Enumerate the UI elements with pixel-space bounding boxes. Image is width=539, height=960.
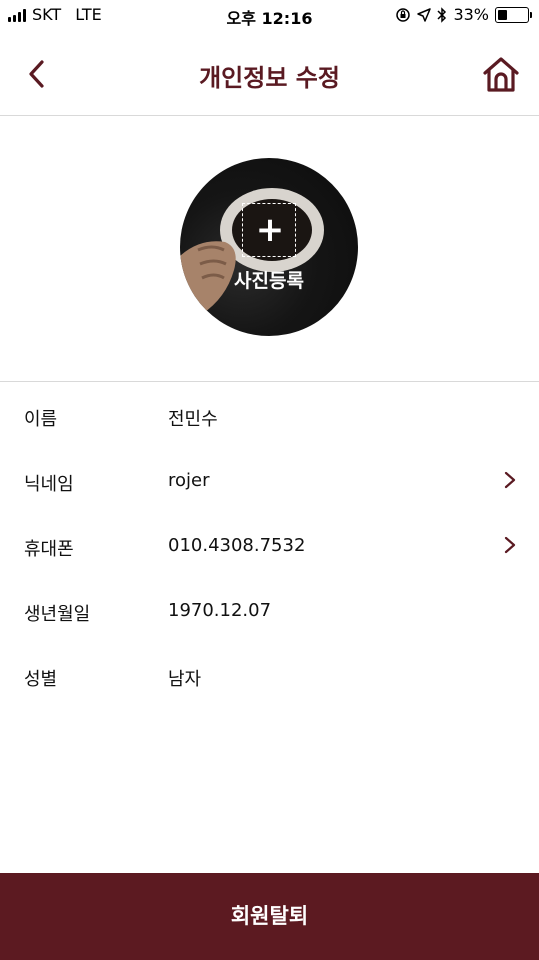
battery-icon [495,6,532,23]
birthdate-label: 생년월일 [24,604,91,625]
info-row-name: 이름 전민수 [0,383,539,448]
battery-fill [498,9,507,20]
status-bar-right: 33% [395,5,532,24]
info-row-birthdate: 생년월일 1970.12.07 [0,578,539,643]
profile-photo-button[interactable]: + 사진등록 [180,158,358,336]
status-bar: SKT LTE 오후 12:16 33% [0,0,539,30]
plus-icon: + [255,210,285,250]
nav-header: 개인정보 수정 [0,30,539,116]
info-row-nickname[interactable]: 닉네임 rojer [0,448,539,513]
chevron-right-icon [504,471,516,489]
info-row-phone[interactable]: 휴대폰 010.4308.7532 [0,513,539,578]
battery-percent: 33% [453,5,489,24]
nickname-value: rojer [168,470,210,491]
name-value: 전민수 [168,409,218,430]
page-title: 개인정보 수정 [199,64,340,92]
gender-value: 남자 [168,669,202,690]
add-photo-box: + [242,203,296,257]
chevron-right-icon [504,536,516,554]
nickname-label: 닉네임 [24,474,74,495]
bluetooth-icon [437,6,447,23]
name-label: 이름 [24,409,58,430]
profile-photo-section: + 사진등록 [0,117,539,382]
phone-value: 010.4308.7532 [168,535,306,556]
gender-label: 성별 [24,669,58,690]
info-row-gender: 성별 남자 [0,643,539,708]
home-button[interactable] [481,54,521,94]
home-icon [483,57,519,92]
withdraw-membership-button[interactable]: 회원탈퇴 [0,873,539,960]
orientation-lock-icon [396,7,411,22]
phone-label: 휴대폰 [24,539,74,560]
location-arrow-icon [417,7,432,22]
photo-register-label: 사진등록 [234,270,304,292]
birthdate-value: 1970.12.07 [168,600,272,621]
info-list: 이름 전민수 닉네임 rojer 휴대폰 010.4308.7532 생년월일 … [0,383,539,708]
